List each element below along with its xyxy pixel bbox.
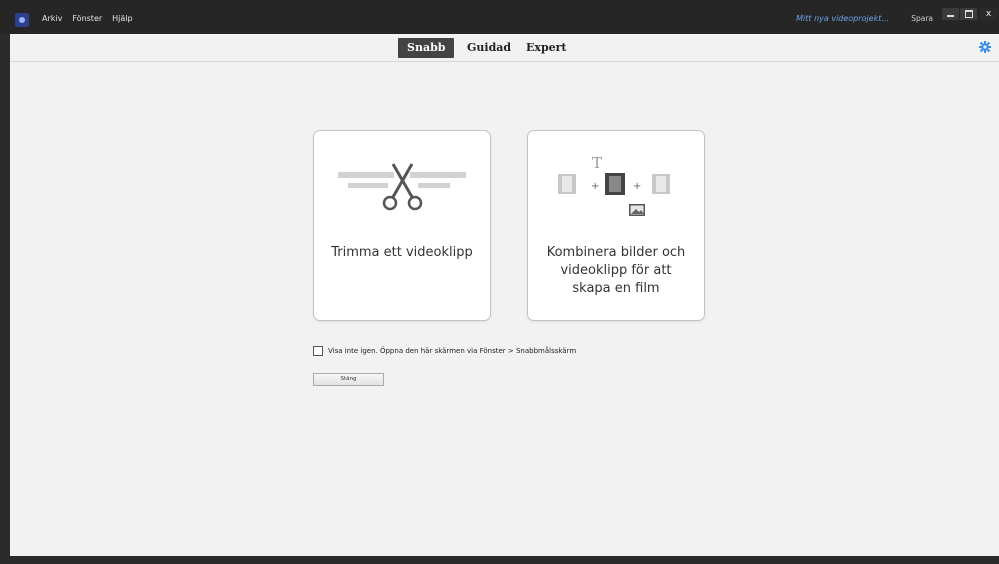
- quick-start-panel: Trimma ett videoklipp T + + Kombinera bi…: [10, 62, 999, 556]
- dont-show-again-checkbox[interactable]: [313, 346, 323, 356]
- app-logo-icon: [15, 13, 29, 27]
- image-icon: [629, 204, 645, 216]
- film-strip-right-icon: [652, 174, 670, 194]
- trim-card-label: Trimma ett videoklipp: [331, 245, 473, 260]
- text-tool-icon: T: [592, 154, 602, 172]
- close-button[interactable]: Stäng: [313, 373, 384, 386]
- close-window-icon[interactable]: x: [980, 8, 997, 20]
- menu-fonster[interactable]: Fönster: [72, 14, 102, 23]
- project-name[interactable]: Mitt nya videoprojekt...: [796, 14, 889, 23]
- scissors-icon: [338, 163, 466, 211]
- tab-expert[interactable]: Expert: [517, 38, 576, 58]
- menu-bar: Arkiv Fönster Hjälp: [42, 14, 133, 23]
- trim-video-card[interactable]: Trimma ett videoklipp: [313, 130, 491, 321]
- bottom-bar: [0, 556, 999, 564]
- maximize-icon[interactable]: [960, 8, 977, 20]
- menu-arkiv[interactable]: Arkiv: [42, 14, 62, 23]
- svg-text:+: +: [591, 181, 599, 192]
- mode-tab-bar: Snabb Guidad Expert: [10, 34, 999, 62]
- dont-show-again-label: Visa inte igen. Öppna den här skärmen vi…: [328, 347, 577, 355]
- film-strip-center-icon: [605, 173, 625, 195]
- svg-text:+: +: [633, 181, 641, 192]
- combine-card-label: Kombinera bilder och videoklipp för att …: [546, 245, 686, 296]
- dont-show-again-row: Visa inte igen. Öppna den här skärmen vi…: [313, 346, 576, 356]
- save-button[interactable]: Spara: [911, 14, 933, 23]
- tab-snabb[interactable]: Snabb: [398, 38, 455, 58]
- combine-clips-card[interactable]: T + + Kombinera bilder och videoklipp fö…: [527, 130, 705, 321]
- gear-icon[interactable]: [979, 41, 991, 53]
- film-strip-left-icon: [558, 174, 576, 194]
- title-bar: Arkiv Fönster Hjälp Mitt nya videoprojek…: [0, 0, 999, 34]
- film-combine-icon: T + +: [558, 154, 670, 216]
- minimize-icon[interactable]: [942, 8, 959, 20]
- tab-guidad[interactable]: Guidad: [458, 38, 520, 58]
- menu-hjalp[interactable]: Hjälp: [112, 14, 132, 23]
